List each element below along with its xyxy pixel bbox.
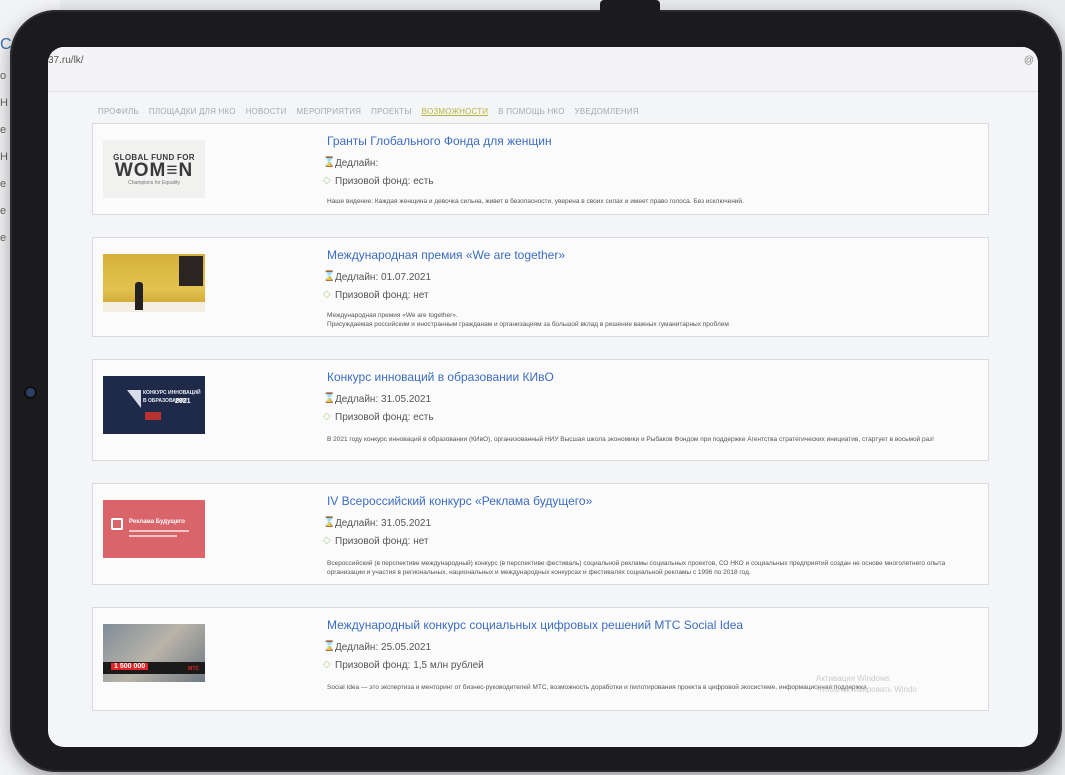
top-nav: Профиль Площадки для НКО Новости Меропри…: [98, 107, 639, 116]
opportunity-title-link[interactable]: Гранты Глобального Фонда для женщин: [327, 134, 552, 148]
tablet-power-button: [600, 0, 660, 12]
nav-venues[interactable]: Площадки для НКО: [149, 107, 236, 116]
prize-row: ◇ Призовой фонд: 1,5 млн рублей: [323, 659, 484, 671]
prize-row: ◇ Призовой фонд: нет: [323, 289, 429, 301]
tablet-frame: 37.ru/lk/ @ Профиль Площадки для НКО Нов…: [10, 0, 1062, 772]
thumb-inset-photo: [179, 256, 203, 286]
thumb-text: Champions for Equality: [128, 179, 180, 186]
camera-icon: [26, 388, 35, 397]
nav-opportunities[interactable]: Возможности: [422, 107, 489, 116]
background-letter: H: [0, 97, 8, 109]
deadline-text: Дедлайн: 01.07.2021: [335, 272, 432, 283]
opportunity-card: КОНКУРС ИННОВАЦИЙ В ОБРАЗОВАНИИ 2021 Кон…: [92, 359, 989, 461]
deadline-row: ⌛ Дедлайн:: [323, 157, 379, 169]
opportunities-list: GLOBAL FUND FOR WOM≡N Champions for Equa…: [92, 123, 989, 733]
background-letter: e: [0, 124, 7, 136]
opportunity-description: Международная премия «We are together». …: [327, 312, 729, 328]
prize-text: Призовой фонд: 1,5 млн рублей: [335, 660, 484, 671]
opportunity-card: Международная премия «We are together» ⌛…: [92, 237, 989, 337]
background-letter: e: [0, 205, 7, 217]
prize-row: ◇ Призовой фонд: есть: [323, 411, 434, 423]
deadline-text: Дедлайн: 31.05.2021: [335, 394, 432, 405]
thumb-accent: [145, 412, 161, 420]
prize-text: Призовой фонд: есть: [335, 412, 434, 423]
thumb-text: WOM≡N: [114, 159, 194, 181]
thumb-text: КОНКУРС ИННОВАЦИЙ: [143, 390, 201, 396]
nav-profile[interactable]: Профиль: [98, 107, 139, 116]
thumb-line: [129, 535, 177, 537]
deadline-row: ⌛ Дедлайн: 31.05.2021: [323, 517, 432, 529]
background-letter: o: [0, 70, 7, 82]
opportunity-title-link[interactable]: Международный конкурс социальных цифровы…: [327, 618, 743, 632]
background-letter: H: [0, 151, 8, 163]
background-letter: e: [0, 178, 7, 190]
nav-help[interactable]: В помощь НКО: [498, 107, 564, 116]
mts-logo: МТС: [188, 666, 199, 672]
frame-icon: [111, 518, 123, 530]
hourglass-icon: ⌛: [323, 271, 336, 282]
deadline-row: ⌛ Дедлайн: 31.05.2021: [323, 393, 432, 405]
watermark-line: Активация Windows: [816, 674, 890, 683]
prize-text: Призовой фонд: нет: [335, 536, 429, 547]
tablet-screen: 37.ru/lk/ @ Профиль Площадки для НКО Нов…: [48, 47, 1038, 747]
prize-row: ◇ Призовой фонд: нет: [323, 535, 429, 547]
deadline-text: Дедлайн: 31.05.2021: [335, 518, 432, 529]
bird-icon: [113, 390, 141, 408]
thumb-badge: 1 500 000: [111, 663, 149, 670]
deadline-text: Дедлайн: 25.05.2021: [335, 642, 432, 653]
windows-activation-watermark: Активация Windows Чтобы активировать Win…: [816, 673, 917, 695]
opportunity-description: Всероссийский (в перспективе международн…: [327, 560, 946, 576]
address-bar[interactable]: 37.ru/lk/ @: [48, 47, 1038, 92]
deadline-text: Дедлайн:: [335, 158, 379, 169]
deadline-row: ⌛ Дедлайн: 25.05.2021: [323, 641, 432, 653]
opportunity-card: Реклама Будущего IV Всероссийский конкур…: [92, 483, 989, 585]
opportunity-title-link[interactable]: IV Всероссийский конкурс «Реклама будуще…: [327, 494, 592, 508]
thumb-person: [135, 282, 143, 310]
tag-icon: ◇: [323, 659, 331, 670]
opportunity-thumbnail[interactable]: КОНКУРС ИННОВАЦИЙ В ОБРАЗОВАНИИ 2021: [103, 376, 205, 434]
opportunity-card: 1 500 000 МТС Международный конкурс соци…: [92, 607, 989, 711]
prize-text: Призовой фонд: нет: [335, 290, 429, 301]
thumb-year: 2021: [175, 398, 191, 405]
tag-icon: ◇: [323, 175, 331, 186]
opportunity-card: GLOBAL FUND FOR WOM≡N Champions for Equa…: [92, 123, 989, 215]
opportunity-thumbnail[interactable]: Реклама Будущего: [103, 500, 205, 558]
tag-icon: ◇: [323, 289, 331, 300]
nav-notifications[interactable]: Уведомления: [575, 107, 639, 116]
hourglass-icon: ⌛: [323, 393, 336, 404]
thumb-text: Реклама Будущего: [129, 519, 185, 525]
thumb-floor: [103, 302, 205, 312]
nav-events[interactable]: Мероприятия: [297, 107, 362, 116]
background-letter: e: [0, 232, 7, 244]
opportunity-title-link[interactable]: Международная премия «We are together»: [327, 248, 565, 262]
tag-icon: ◇: [323, 535, 331, 546]
tag-icon: ◇: [323, 411, 331, 422]
opportunity-thumbnail[interactable]: 1 500 000 МТС: [103, 624, 205, 682]
prize-row: ◇ Призовой фонд: есть: [323, 175, 434, 187]
opportunity-thumbnail[interactable]: GLOBAL FUND FOR WOM≡N Champions for Equa…: [103, 140, 205, 198]
hourglass-icon: ⌛: [323, 517, 336, 528]
address-bar-end: @: [1023, 55, 1034, 66]
url-text[interactable]: 37.ru/lk/: [48, 55, 84, 66]
opportunity-description: В 2021 году конкурс инноваций в образова…: [327, 436, 934, 443]
nav-news[interactable]: Новости: [246, 107, 287, 116]
hourglass-icon: ⌛: [323, 641, 336, 652]
nav-projects[interactable]: Проекты: [371, 107, 412, 116]
opportunity-description: Наше видение: Каждая женщина и девочка с…: [327, 198, 744, 205]
thumb-line: [129, 530, 189, 532]
watermark-line: Чтобы активировать Windo: [816, 685, 917, 694]
hourglass-icon: ⌛: [323, 157, 336, 168]
deadline-row: ⌛ Дедлайн: 01.07.2021: [323, 271, 432, 283]
opportunity-thumbnail[interactable]: [103, 254, 205, 312]
opportunity-title-link[interactable]: Конкурс инноваций в образовании КИвО: [327, 370, 554, 384]
prize-text: Призовой фонд: есть: [335, 176, 434, 187]
